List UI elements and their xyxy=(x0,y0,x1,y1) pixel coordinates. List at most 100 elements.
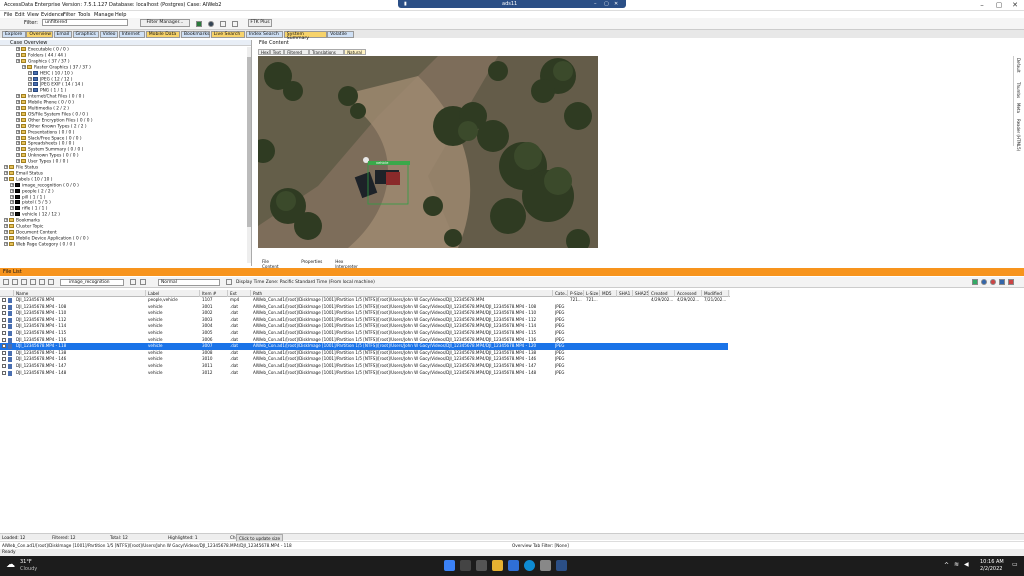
row-checkbox[interactable] xyxy=(2,304,6,309)
table-row[interactable]: DJI_12345678.MP4 people,vehicle 1107 mp4 AIW… xyxy=(0,297,728,304)
tab-graphics[interactable]: Graphics xyxy=(72,31,100,38)
view-tab-text[interactable]: Text xyxy=(269,49,285,55)
tab-volatile[interactable]: Volatile xyxy=(327,31,354,38)
expand-toggle-icon[interactable]: + xyxy=(16,123,20,128)
tab-index-search[interactable]: Index Search xyxy=(245,31,284,38)
tab-mobile-data[interactable]: Mobile Data xyxy=(145,31,181,38)
row-checkbox[interactable] xyxy=(2,324,6,329)
tab-live-search[interactable]: Live Search xyxy=(210,31,246,38)
expand-toggle-icon[interactable]: + xyxy=(10,182,14,187)
store-icon[interactable] xyxy=(508,560,519,571)
remote-session-bar[interactable]: ▮ ads11 – ▢ ✕ xyxy=(398,0,626,8)
task-view-icon[interactable] xyxy=(476,560,487,571)
tab-system-summary[interactable]: System Summary xyxy=(283,31,327,41)
file-explorer-icon[interactable] xyxy=(492,560,503,571)
row-checkbox[interactable] xyxy=(2,337,6,342)
content-tab-properties[interactable]: Properties xyxy=(301,259,322,264)
expand-toggle-icon[interactable]: + xyxy=(16,52,20,57)
remote-close-icon[interactable]: ✕ xyxy=(614,1,618,7)
column-header-md5[interactable]: MD5 xyxy=(600,290,617,297)
expand-toggle-icon[interactable]: + xyxy=(16,153,20,158)
expand-toggle-icon[interactable]: + xyxy=(4,224,8,228)
filter-select[interactable]: unfiltered xyxy=(42,19,128,26)
tab-explore[interactable]: Explore xyxy=(2,31,26,38)
globe-icon[interactable] xyxy=(981,279,987,285)
expand-toggle-icon[interactable]: + xyxy=(16,117,20,122)
label-select[interactable]: image_recognition xyxy=(60,279,124,286)
side-tab-meta[interactable]: Meta xyxy=(1016,103,1021,113)
expand-toggle-icon[interactable]: + xyxy=(10,188,14,193)
cube-icon[interactable] xyxy=(208,21,214,27)
close-button[interactable]: ✕ xyxy=(1008,1,1022,10)
expand-toggle-icon[interactable]: + xyxy=(16,147,20,152)
view-select[interactable]: Normal xyxy=(158,279,220,286)
expand-toggle-icon[interactable]: + xyxy=(28,88,32,93)
expand-toggle-icon[interactable]: + xyxy=(28,82,32,87)
column-header-modified[interactable]: Modified xyxy=(702,290,729,297)
start-icon[interactable] xyxy=(444,560,455,571)
column-header-p-size[interactable]: P-Size xyxy=(568,290,584,297)
row-checkbox[interactable] xyxy=(2,331,6,335)
column-header-accessed[interactable]: Accessed xyxy=(675,290,702,297)
expand-toggle-icon[interactable]: + xyxy=(16,129,20,134)
row-checkbox[interactable] xyxy=(2,317,6,322)
filter-on-icon[interactable] xyxy=(196,21,202,27)
expand-toggle-icon[interactable]: + xyxy=(28,76,32,81)
tree-node[interactable]: + Web Page Category ( 0 / 0 ) xyxy=(4,241,75,248)
tree-scrollbar[interactable] xyxy=(247,47,251,263)
view-tab-hex[interactable]: Hex xyxy=(258,49,270,55)
column-header-sha1[interactable]: SHA1 xyxy=(617,290,633,297)
table-icon[interactable] xyxy=(999,279,1005,285)
notification-icon[interactable]: ▭ xyxy=(1012,561,1018,568)
bookmark-icon[interactable] xyxy=(39,279,45,285)
select-all-checkbox[interactable] xyxy=(0,290,14,297)
row-checkbox[interactable] xyxy=(2,298,6,302)
expand-toggle-icon[interactable]: + xyxy=(16,94,20,99)
expand-toggle-icon[interactable]: + xyxy=(4,235,8,240)
column-header-l-size[interactable]: L-Size xyxy=(584,290,600,297)
view-tab-translations[interactable]: Translations xyxy=(309,49,345,55)
side-tab-default[interactable]: Default xyxy=(1016,58,1021,73)
column-header-created[interactable]: Created xyxy=(649,290,675,297)
tab-internet[interactable]: Internet xyxy=(118,31,146,38)
expand-toggle-icon[interactable]: + xyxy=(10,206,14,211)
expand-toggle-icon[interactable]: + xyxy=(4,165,8,169)
tab-overview[interactable]: Overview xyxy=(26,31,53,38)
close-list-icon[interactable] xyxy=(1008,279,1014,285)
row-checkbox[interactable] xyxy=(2,364,6,368)
tab-video[interactable]: Video xyxy=(99,31,119,38)
expand-toggle-icon[interactable]: + xyxy=(28,70,32,75)
expand-toggle-icon[interactable]: + xyxy=(16,159,20,164)
column-header-path[interactable]: Path xyxy=(251,290,553,297)
table-row[interactable]: DJI_12345678.MP4 - 114 vehicle 3004 .dat AIW… xyxy=(0,323,728,330)
remote-desktop-icon[interactable] xyxy=(556,560,567,571)
table-row[interactable]: DJI_12345678.MP4 - 108 vehicle 3001 .dat AIW… xyxy=(0,304,728,311)
row-checkbox[interactable] xyxy=(2,344,6,349)
expand-toggle-icon[interactable]: + xyxy=(4,241,8,246)
tab-email[interactable]: Email xyxy=(53,31,72,38)
minimize-button[interactable]: – xyxy=(975,1,989,10)
table-row[interactable]: DJI_12345678.MP4 - 148 vehicle 3012 .dat AIW… xyxy=(0,370,728,377)
expand-toggle-icon[interactable]: + xyxy=(16,111,20,116)
expand-toggle-icon[interactable]: + xyxy=(16,135,20,140)
column-header-label[interactable]: Label xyxy=(146,290,200,297)
expand-toggle-icon[interactable]: + xyxy=(16,58,20,63)
table-row[interactable]: DJI_12345678.MP4 - 138 vehicle 3008 .dat AIW… xyxy=(0,350,728,357)
aerial-photo-viewer[interactable]: vehicle xyxy=(258,56,598,248)
search-icon[interactable] xyxy=(460,560,471,571)
table-row[interactable]: DJI_12345678.MP4 - 115 vehicle 3005 .dat AIW… xyxy=(0,330,728,337)
maximize-button[interactable]: ▢ xyxy=(992,1,1006,10)
copy-icon[interactable] xyxy=(30,279,36,285)
expand-toggle-icon[interactable]: + xyxy=(4,176,8,181)
remote-minimize-icon[interactable]: – xyxy=(594,1,597,7)
side-tab-thumbs[interactable]: Thumbs xyxy=(1016,82,1021,98)
expand-toggle-icon[interactable]: + xyxy=(4,218,8,223)
table-row[interactable]: DJI_12345678.MP4 - 147 vehicle 3011 .dat AIW… xyxy=(0,363,728,370)
table-row[interactable]: DJI_12345678.MP4 - 112 vehicle 3003 .dat AIW… xyxy=(0,317,728,324)
table-row[interactable]: DJI_12345678.MP4 - 110 vehicle 3002 .dat AIW… xyxy=(0,310,728,317)
grid-icon[interactable] xyxy=(140,279,146,285)
column-header-cate[interactable]: Cate... xyxy=(553,290,568,297)
column-header-item[interactable]: Item # xyxy=(200,290,228,297)
timezone-icon[interactable] xyxy=(226,279,232,285)
tray-chevron-icon[interactable]: ^ xyxy=(944,562,949,569)
